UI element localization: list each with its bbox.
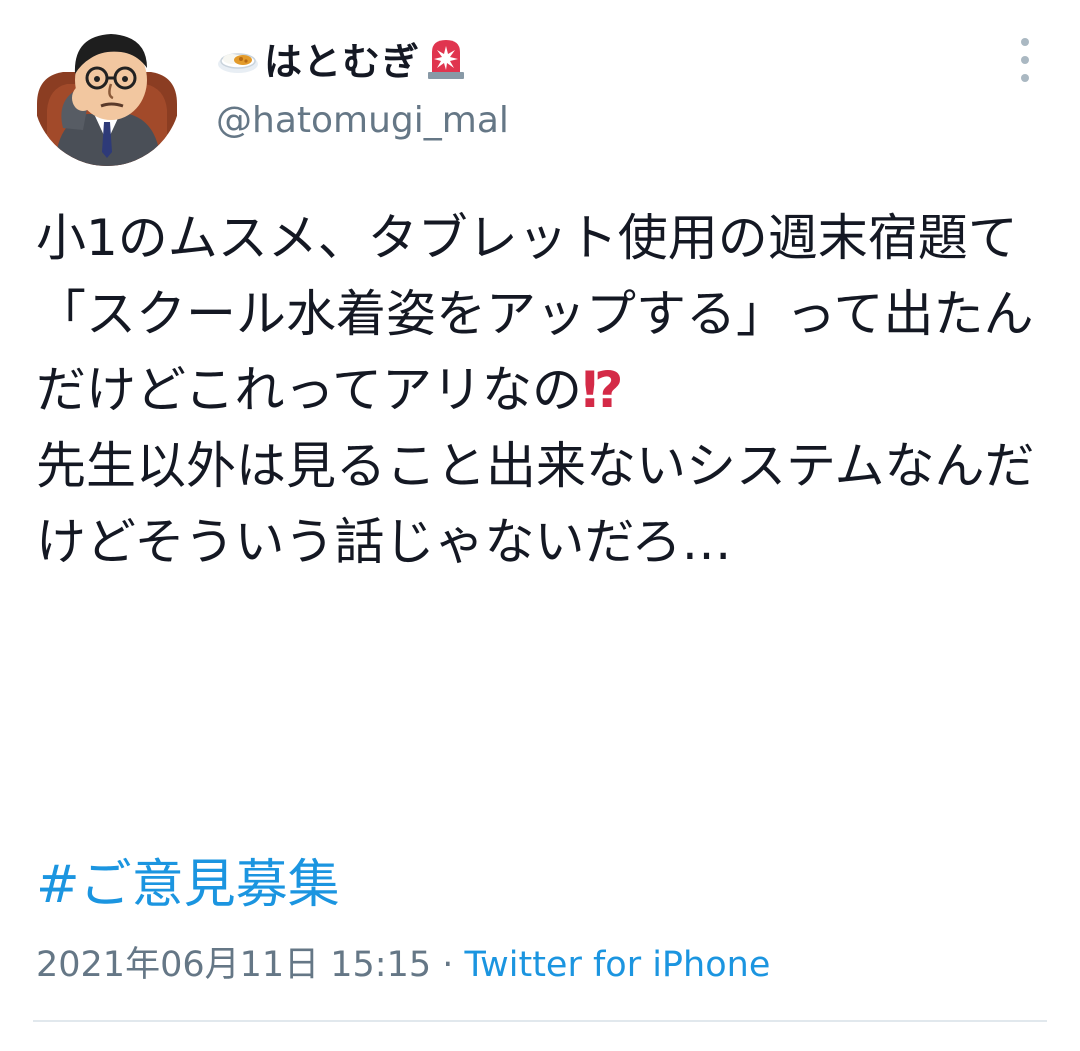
display-name-text: はとむぎ bbox=[264, 39, 421, 84]
curry-rice-icon bbox=[216, 36, 260, 80]
display-name[interactable]: はとむぎ bbox=[216, 32, 468, 84]
source-link[interactable]: Twitter for iPhone bbox=[465, 945, 771, 985]
interrobang-icon: ⁉ bbox=[582, 361, 624, 419]
avatar[interactable] bbox=[33, 18, 181, 166]
divider bbox=[33, 1020, 1047, 1022]
avatar-illustration bbox=[33, 18, 181, 166]
tweet-text-part1: 小1のムスメ、タブレット使用の週末宿題て「スクール水着姿をアップする」って出たん… bbox=[36, 209, 1034, 419]
tweet-text-part2: 先生以外は見ること出来ないシステムなんだけどそういう話じゃないだろ… bbox=[36, 437, 1035, 571]
more-vertical-icon[interactable] bbox=[1008, 38, 1042, 82]
user-handle[interactable]: @hatomugi_mal bbox=[216, 100, 509, 141]
timestamp[interactable]: 2021年06月11日 15:15 bbox=[36, 945, 431, 985]
tweet-text: 小1のムスメ、タブレット使用の週末宿題て「スクール水着姿をアップする」って出たん… bbox=[36, 200, 1051, 580]
tweet-meta: 2021年06月11日 15:15 · Twitter for iPhone bbox=[36, 936, 770, 987]
rotating-light-icon bbox=[424, 34, 468, 82]
more-dot bbox=[1021, 38, 1029, 46]
more-dot bbox=[1021, 56, 1029, 64]
meta-separator: · bbox=[431, 945, 465, 985]
more-dot bbox=[1021, 74, 1029, 82]
hashtag-link[interactable]: #ご意見募集 bbox=[36, 842, 340, 917]
